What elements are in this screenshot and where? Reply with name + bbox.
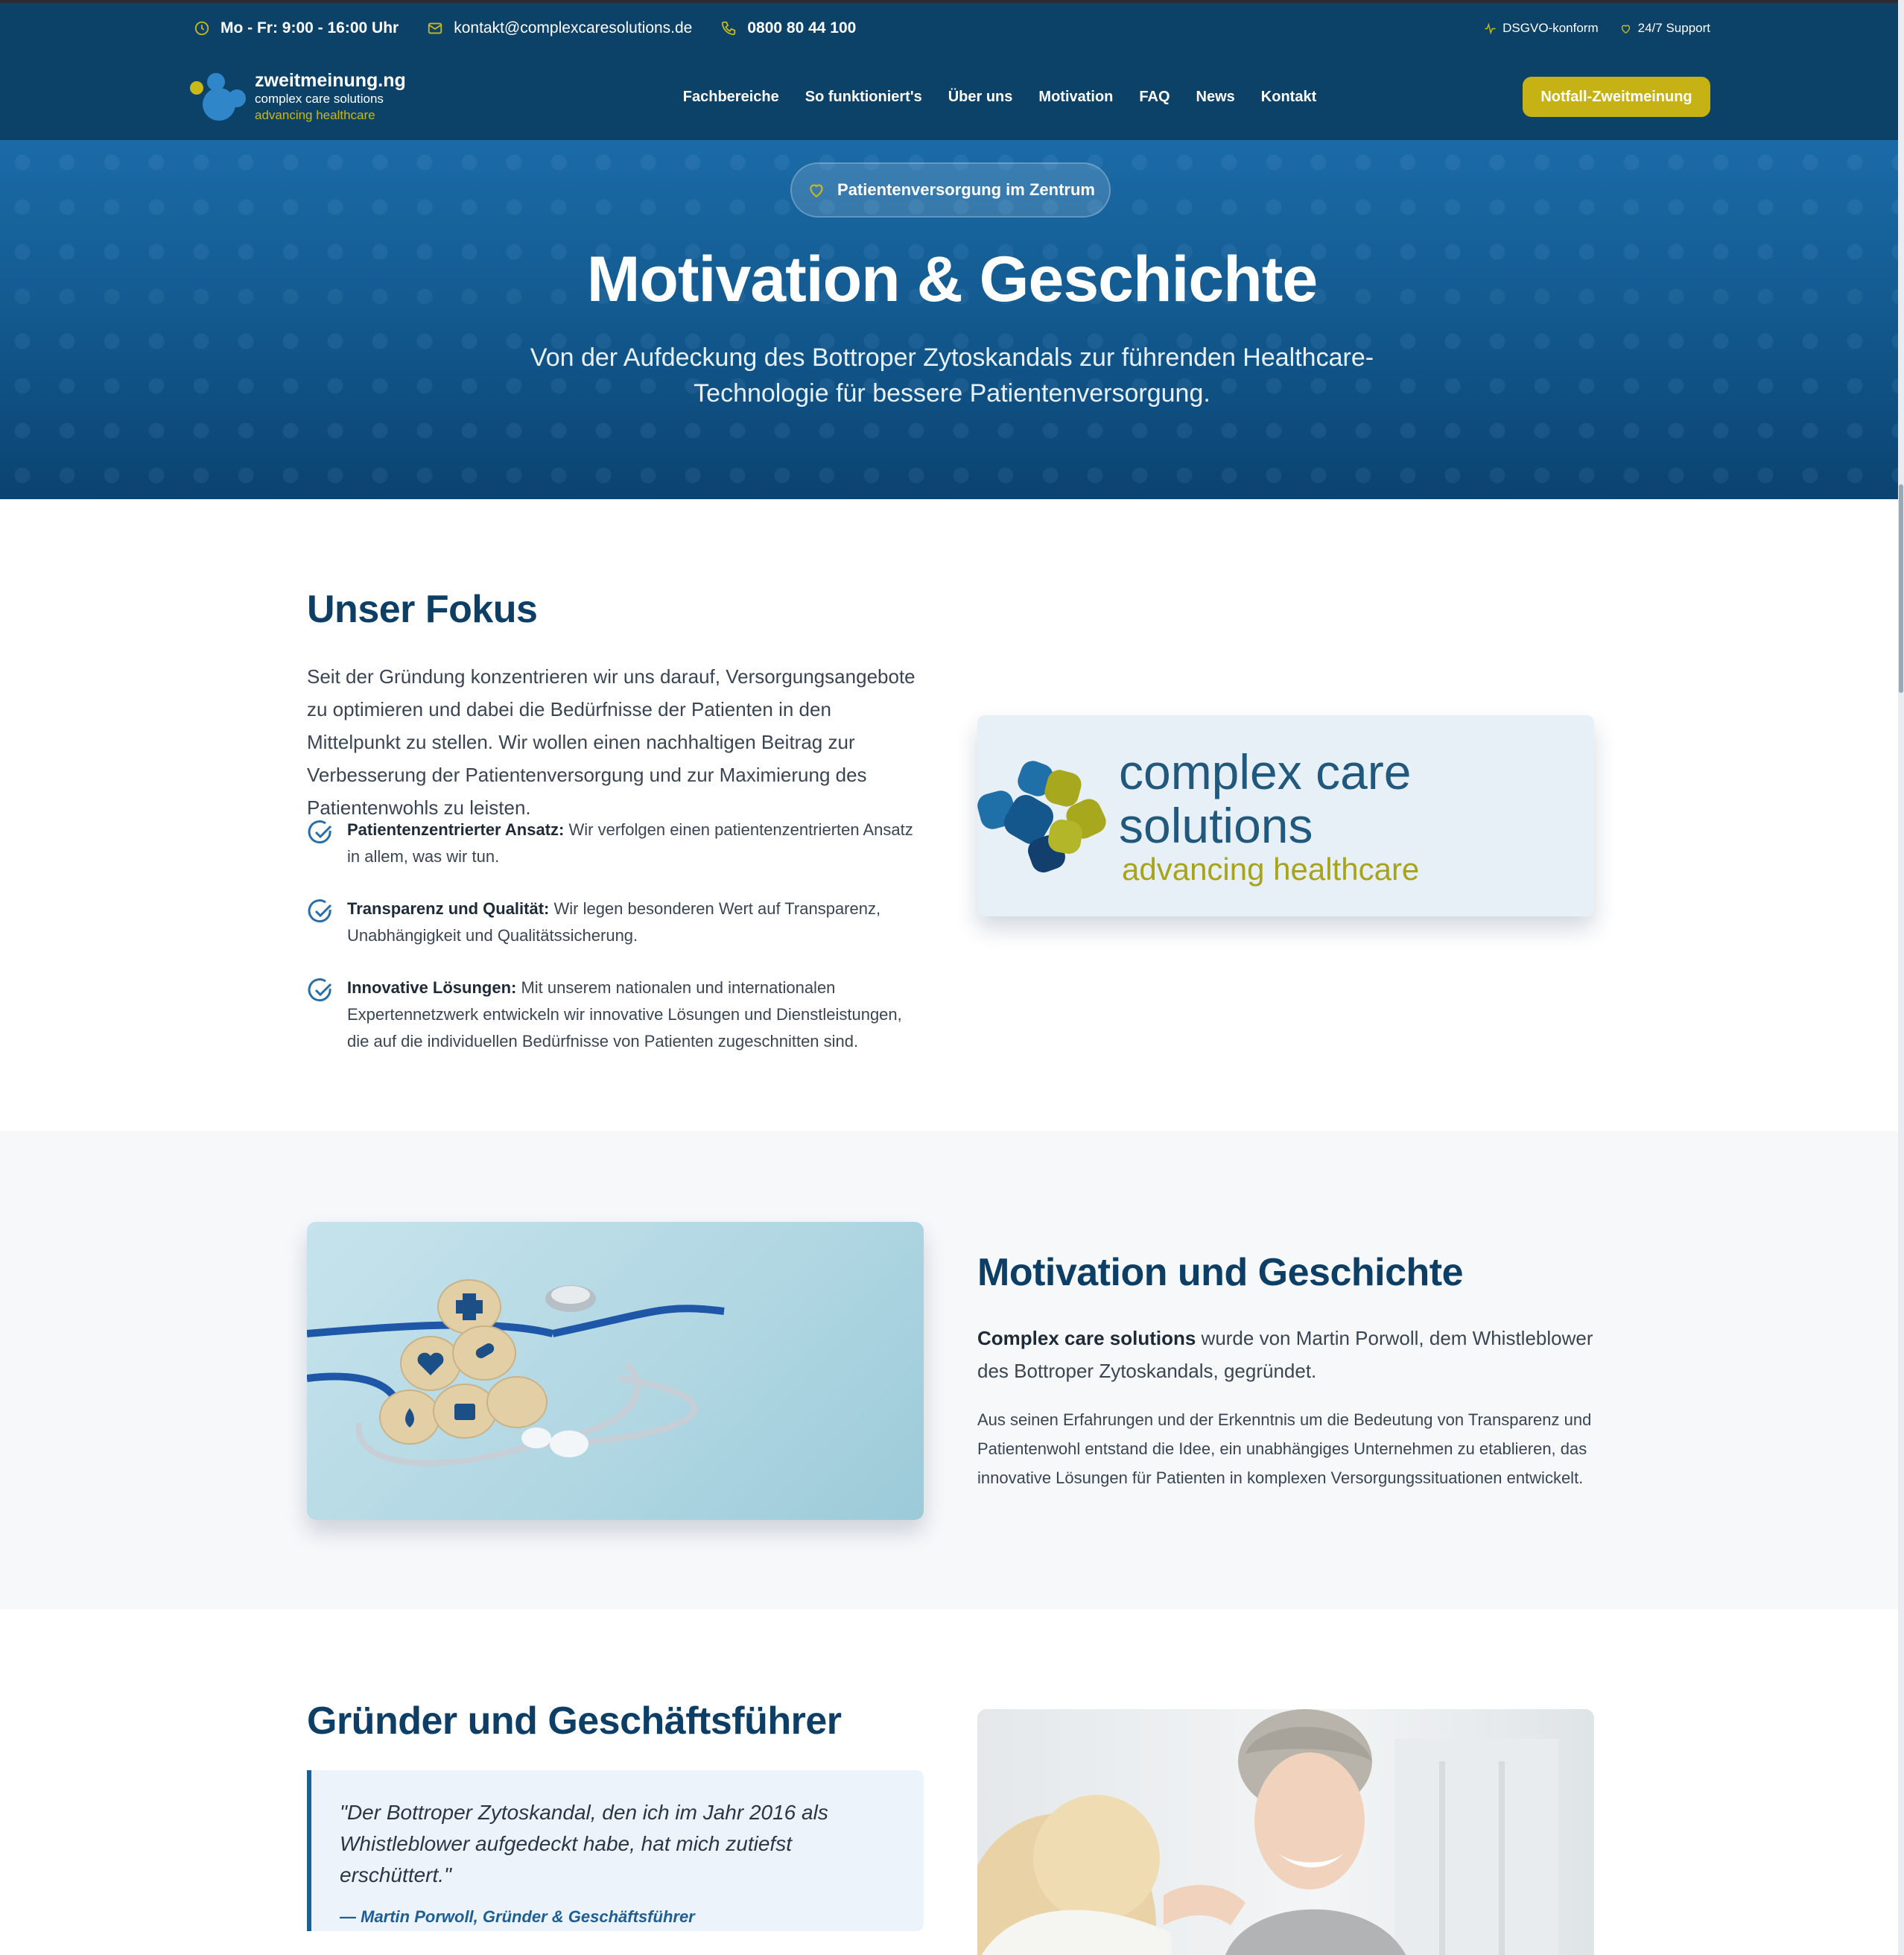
- motivation-title: Motivation und Geschichte: [977, 1251, 1464, 1294]
- site-logo[interactable]: zweitmeinung.ng complex care solutions a…: [189, 69, 406, 125]
- focus-points: Patientenzentrierter Ansatz: Wir verfolg…: [307, 817, 925, 1080]
- page-scrollbar[interactable]: [1898, 0, 1904, 1955]
- quote-text: "Der Bottroper Zytoskandal, den ich im J…: [340, 1801, 828, 1886]
- nav-item-news[interactable]: News: [1196, 89, 1235, 106]
- focus-text: Seit der Gründung konzentrieren wir uns …: [307, 665, 915, 819]
- logo-line-2: complex care solutions: [255, 92, 384, 106]
- logo-line-3: advancing healthcare: [255, 108, 375, 122]
- logo-text: zweitmeinung.ng complex care solutions a…: [255, 70, 406, 124]
- clock-icon: [194, 20, 210, 37]
- email-text: kontakt@complexcaresolutions.de: [454, 19, 693, 37]
- nav-item-motivation[interactable]: Motivation: [1038, 89, 1113, 106]
- check-circle-icon: [307, 820, 334, 846]
- scrollbar-thumb[interactable]: [1899, 484, 1903, 693]
- focus-title: Unser Fokus: [307, 588, 538, 631]
- pulse-icon: [1484, 22, 1497, 35]
- focus-point-title: Patientenzentrierter Ansatz:: [347, 820, 565, 839]
- main-navigation: zweitmeinung.ng complex care solutions a…: [0, 54, 1904, 140]
- nav-menu: Fachbereiche So funktioniert's Über uns …: [683, 89, 1342, 106]
- phone-text: 0800 80 44 100: [747, 19, 857, 37]
- hero-badge-text: Patientenversorgung im Zentrum: [837, 180, 1095, 199]
- check-circle-icon: [307, 899, 334, 925]
- hero-badge: Patientenversorgung im Zentrum: [790, 162, 1111, 218]
- nav-item-kontakt[interactable]: Kontakt: [1261, 89, 1316, 106]
- ccs-logo-text: complex care solutions advancing healthc…: [1119, 745, 1594, 887]
- focus-point-content: Transparenz und Qualität: Wir legen beso…: [347, 896, 925, 949]
- dsgvo-badge: DSGVO-konform: [1484, 21, 1599, 36]
- logo-mark-icon: [189, 69, 252, 125]
- emergency-second-opinion-button[interactable]: Notfall-Zweitmeinung: [1523, 77, 1710, 117]
- trust-badges: DSGVO-konform 24/7 Support: [1463, 21, 1710, 36]
- phone-link[interactable]: 0800 80 44 100: [720, 19, 856, 37]
- logo-name: zweitmeinung.ng: [255, 70, 406, 91]
- page-title: Motivation & Geschichte: [586, 244, 1318, 315]
- email-link[interactable]: kontakt@complexcaresolutions.de: [427, 19, 692, 37]
- opening-hours: Mo - Fr: 9:00 - 16:00 Uhr: [194, 19, 399, 37]
- motivation-lead: Complex care solutions wurde von Martin …: [977, 1322, 1596, 1387]
- patient-care-image: [977, 1709, 1594, 1955]
- ccs-logo-line-1: complex care solutions: [1119, 744, 1412, 853]
- quote-author: — Martin Porwoll, Gründer & Geschäftsfüh…: [340, 1907, 695, 1926]
- heart-icon: [1619, 22, 1632, 35]
- ccs-logo-line-2: advancing healthcare: [1122, 852, 1420, 887]
- focus-point-content: Innovative Lösungen: Mit unserem nationa…: [347, 975, 925, 1055]
- company-logo-card: complex care solutions advancing healthc…: [977, 715, 1594, 916]
- opening-hours-text: Mo - Fr: 9:00 - 16:00 Uhr: [220, 19, 399, 37]
- heart-icon: [806, 180, 827, 200]
- support-badge: 24/7 Support: [1619, 21, 1710, 36]
- support-text: 24/7 Support: [1637, 21, 1710, 35]
- nav-item-fachbereiche[interactable]: Fachbereiche: [683, 89, 779, 106]
- mail-icon: [427, 20, 443, 37]
- top-bar: Mo - Fr: 9:00 - 16:00 Uhr kontakt@comple…: [0, 0, 1904, 54]
- list-item: Patientenzentrierter Ansatz: Wir verfolg…: [307, 817, 925, 870]
- focus-point-content: Patientenzentrierter Ansatz: Wir verfolg…: [347, 817, 925, 870]
- motivation-body: Aus seinen Erfahrungen und der Erkenntni…: [977, 1410, 1592, 1487]
- list-item: Transparenz und Qualität: Wir legen beso…: [307, 896, 925, 949]
- company-name: Complex care solutions: [977, 1327, 1196, 1349]
- focus-point-title: Innovative Lösungen:: [347, 978, 517, 997]
- nav-item-faq[interactable]: FAQ: [1139, 89, 1170, 106]
- nav-item-ueber-uns[interactable]: Über uns: [948, 89, 1013, 106]
- stethoscope-image: [307, 1222, 924, 1520]
- hero-subtitle: Von der Aufdeckung des Bottroper Zytoska…: [530, 343, 1374, 408]
- founder-quote: "Der Bottroper Zytoskandal, den ich im J…: [307, 1770, 924, 1931]
- founder-title: Gründer und Geschäftsführer: [307, 1699, 842, 1743]
- phone-icon: [720, 20, 737, 37]
- focus-point-title: Transparenz und Qualität:: [347, 899, 550, 918]
- check-circle-icon: [307, 977, 334, 1004]
- nav-item-so-funktionierts[interactable]: So funktioniert's: [805, 89, 922, 106]
- list-item: Innovative Lösungen: Mit unserem nationa…: [307, 975, 925, 1055]
- motivation-section-background: [0, 1131, 1904, 1609]
- ccs-logo-mark-icon: [977, 749, 1119, 883]
- dsgvo-text: DSGVO-konform: [1502, 21, 1599, 35]
- hero-section: Patientenversorgung im Zentrum Motivatio…: [0, 140, 1904, 499]
